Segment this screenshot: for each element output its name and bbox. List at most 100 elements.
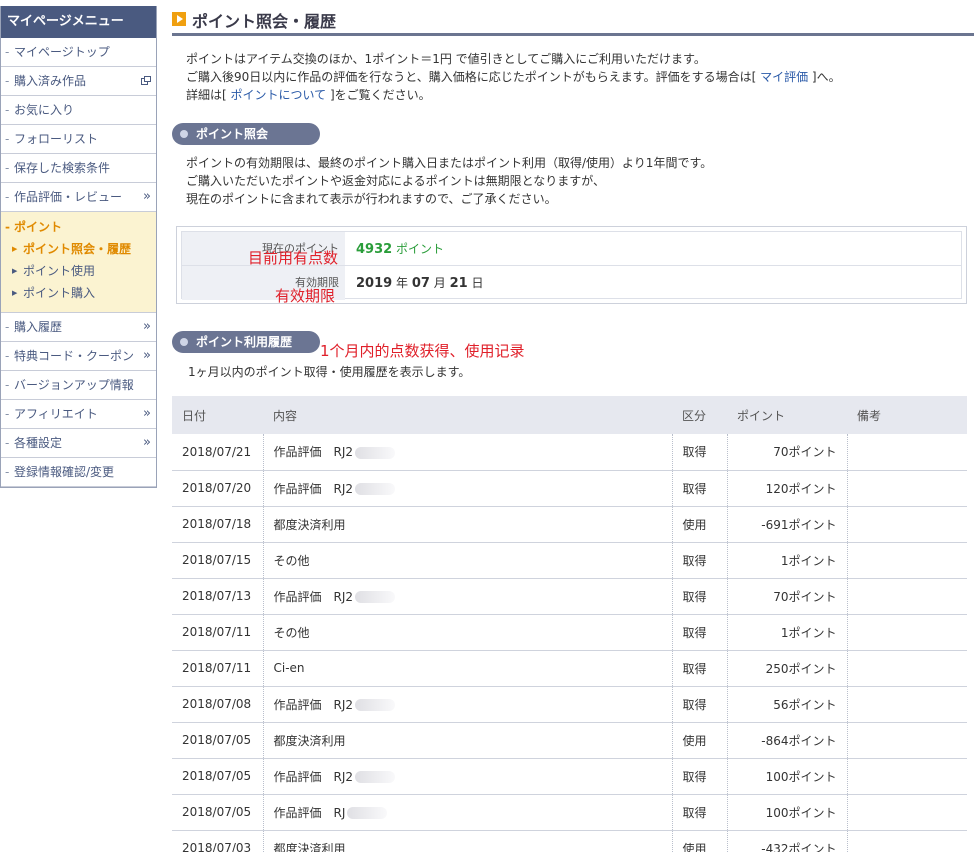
cell-points-text: 1ポイント [780, 553, 837, 568]
cell-note [847, 722, 967, 759]
cell-date: 2018/07/15 [172, 542, 264, 579]
cell-points: 250ポイント [727, 650, 848, 687]
sidebar-item[interactable]: - フォローリスト [1, 125, 156, 154]
page-title-bar: ポイント照会・履歴 [172, 6, 974, 36]
dash-icon: - [5, 465, 10, 479]
cell-date-text: 2018/07/05 [182, 733, 252, 747]
intro-text-part: 詳細は[ [186, 88, 231, 102]
dash-icon: - [5, 220, 10, 234]
my-review-link[interactable]: マイ評価 [760, 70, 808, 84]
history-rows: 2018/07/21 作品評価 RJ2 取得 70ポイント 2018/07/20 作品評価… [172, 434, 967, 852]
cell-content: その他 [263, 542, 673, 579]
cell-date-text: 2018/07/20 [182, 481, 252, 495]
cell-type: 使用 [672, 722, 728, 759]
cell-points-text: 100ポイント [765, 769, 837, 784]
cell-date-text: 2018/07/03 [182, 841, 252, 852]
current-points-value: 4932 ポイント [356, 232, 444, 267]
table-row: 2018/07/05 作品評価 RJ2 取得 100ポイント [172, 758, 967, 795]
sidebar-item[interactable]: - 作品評価・レビュー » [1, 183, 156, 212]
cell-points: 100ポイント [727, 794, 848, 831]
cell-date: 2018/07/05 [172, 794, 264, 831]
sidebar-subitem-label: ポイント購入 [23, 286, 96, 300]
dash-icon: - [5, 103, 10, 117]
cell-date: 2018/07/18 [172, 506, 264, 543]
cell-date: 2018/07/11 [172, 614, 264, 651]
dash-icon: - [5, 407, 10, 421]
sidebar-subitem-point-history[interactable]: ▶ ポイント照会・履歴 [1, 238, 156, 260]
cell-content-text: 作品評価 RJ2 [273, 697, 354, 712]
history-description: 1ヶ月以内のポイント取得・使用履歴を表示します。 [188, 365, 471, 379]
cell-type-text: 取得 [682, 769, 707, 784]
cell-note [847, 650, 967, 687]
sidebar-section-points: - ポイント ▶ ポイント照会・履歴 ▶ ポイント使用 ▶ ポイント購入 [1, 212, 156, 313]
cell-type: 取得 [672, 542, 728, 579]
sidebar-item-label: 保存した検索条件 [14, 161, 111, 175]
cell-content: 作品評価 RJ2 [263, 434, 673, 471]
sidebar-subitem-point-purchase[interactable]: ▶ ポイント購入 [1, 282, 156, 304]
sidebar-item[interactable]: - 各種設定 » [1, 429, 156, 458]
cell-content-text: 作品評価 RJ2 [273, 445, 354, 460]
cell-points: -432ポイント [727, 830, 848, 852]
intro-line-1: ポイントはアイテム交換のほか、1ポイント＝1円 で値引きとしてご購入にご利用いた… [186, 52, 706, 66]
cell-note [847, 686, 967, 723]
cell-note [847, 470, 967, 507]
cell-date-text: 2018/07/05 [182, 805, 252, 819]
sidebar-item-label: お気に入り [14, 103, 75, 117]
play-square-icon [172, 12, 186, 26]
triangle-right-icon: ▶ [12, 267, 18, 275]
mypage-sidebar: マイページメニュー - マイページトップ - 購入済み作品 - お気に入り - フォローリスト… [0, 6, 157, 488]
current-points-annotation: 目前用有点数 [248, 249, 339, 267]
sidebar-item[interactable]: - 登録情報確認/変更 [1, 458, 156, 487]
cell-type-text: 取得 [682, 697, 707, 712]
dash-icon: - [5, 190, 10, 204]
expiry-annotation: 有效期限 [275, 287, 336, 305]
expiry-day: 21 [449, 276, 468, 291]
cell-date: 2018/07/05 [172, 758, 264, 795]
cell-type-text: 使用 [682, 517, 707, 532]
table-row: 2018/07/15 その他 取得 1ポイント [172, 542, 967, 579]
sidebar-item[interactable]: - 購入履歴 » [1, 313, 156, 342]
sidebar-item[interactable]: - バージョンアップ情報 [1, 371, 156, 400]
cell-content-text: 作品評価 RJ [273, 805, 346, 820]
column-header-date: 日付 [172, 396, 263, 434]
about-points-link[interactable]: ポイントについて [231, 88, 327, 102]
section-heading-label: ポイント照会 [196, 127, 269, 141]
sidebar-item[interactable]: - お気に入り [1, 96, 156, 125]
sidebar-item[interactable]: - 購入済み作品 [1, 67, 156, 96]
cell-points-text: 100ポイント [765, 805, 837, 820]
cell-date: 2018/07/08 [172, 686, 264, 723]
cell-date-text: 2018/07/11 [182, 661, 252, 675]
cell-type-text: 取得 [682, 553, 707, 568]
expiry-year-unit: 年 [396, 276, 409, 290]
cell-points-text: -432ポイント [761, 841, 837, 852]
cell-type-text: 取得 [682, 445, 707, 460]
cell-points: 120ポイント [727, 470, 848, 507]
intro-text-part: ご購入後90日以内に作品の評価を行なうと、購入価格に応じたポイントがもらえます。… [186, 70, 761, 84]
page-title: ポイント照会・履歴 [192, 12, 337, 31]
table-row: 2018/07/11 Ci-en 取得 250ポイント [172, 650, 967, 687]
sidebar-item-label: 特典コード・クーポン [14, 349, 135, 363]
sidebar-item[interactable]: - アフィリエイト » [1, 400, 156, 429]
redacted-blur [355, 699, 396, 711]
expiry-day-unit: 日 [471, 276, 484, 290]
cell-date-text: 2018/07/08 [182, 697, 252, 711]
sidebar-item[interactable]: - 保存した検索条件 [1, 154, 156, 183]
cell-content-text: 作品評価 RJ2 [273, 481, 354, 496]
cell-content-text: 作品評価 RJ2 [273, 769, 354, 784]
sidebar-item[interactable]: - マイページトップ [1, 38, 156, 67]
current-points-number: 4932 [356, 242, 393, 257]
cell-content-text: 作品評価 RJ2 [273, 589, 354, 604]
cell-date-text: 2018/07/05 [182, 769, 252, 783]
cell-points: 100ポイント [727, 758, 848, 795]
sidebar-item-points[interactable]: - ポイント [1, 216, 156, 238]
chevron-right-icon: » [143, 319, 151, 334]
cell-type-text: 取得 [682, 805, 707, 820]
sidebar-subitem-point-use[interactable]: ▶ ポイント使用 [1, 260, 156, 282]
table-row: 2018/07/11 その他 取得 1ポイント [172, 614, 967, 651]
expiry-info-line: ポイントの有効期限は、最終のポイント購入日またはポイント利用（取得/使用）より1… [186, 156, 713, 170]
cell-points: -864ポイント [727, 722, 848, 759]
cell-type: 取得 [672, 434, 728, 471]
sidebar-item[interactable]: - 特典コード・クーポン » [1, 342, 156, 371]
cell-note [847, 614, 967, 651]
dash-icon: - [5, 378, 10, 392]
